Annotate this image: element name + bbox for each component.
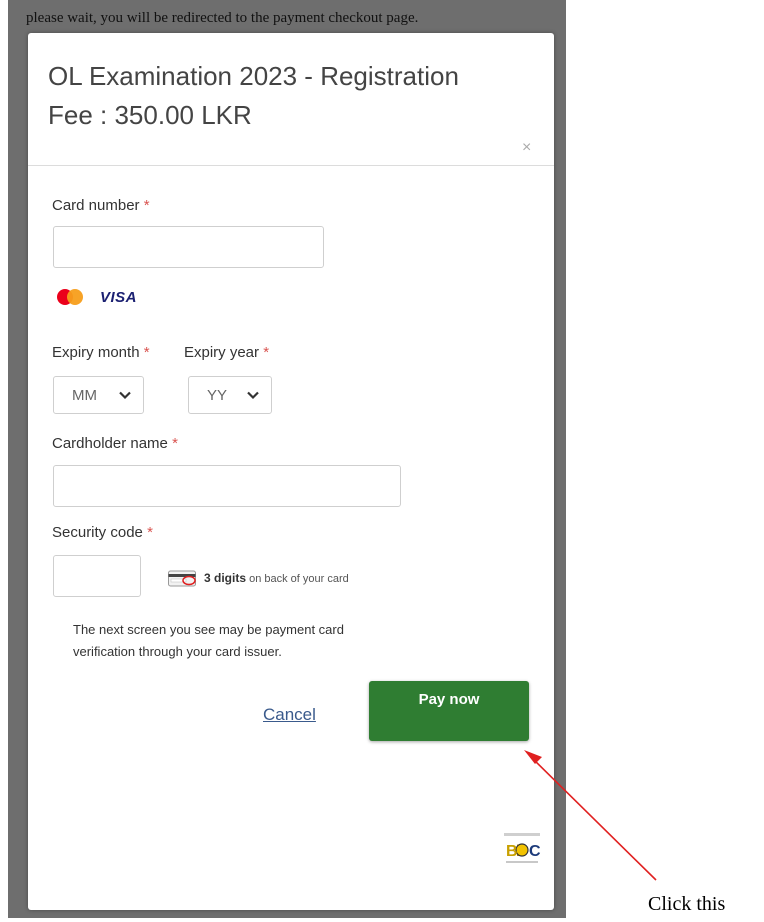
payment-modal: OL Examination 2023 - Registration Fee :… xyxy=(28,33,554,910)
expiry-year-label: Expiry year * xyxy=(184,344,270,361)
pay-now-button[interactable]: Pay now xyxy=(369,681,529,741)
expiry-month-label: Expiry month * xyxy=(52,344,150,361)
modal-header: OL Examination 2023 - Registration Fee :… xyxy=(28,33,554,166)
modal-title-line1: OL Examination 2023 - Registration xyxy=(48,61,459,91)
notice-line2: verification through your card issuer. xyxy=(73,644,282,659)
visa-icon: VISA xyxy=(100,288,138,306)
security-code-hint-bold: 3 digits xyxy=(204,571,247,585)
required-mark: * xyxy=(143,197,150,214)
modal-title: OL Examination 2023 - Registration Fee :… xyxy=(48,57,518,135)
security-code-hint: 3 digits on back of your card xyxy=(168,569,349,587)
security-code-hint-text: on back of your card xyxy=(249,573,349,585)
card-number-input[interactable] xyxy=(53,226,324,268)
redirect-message: please wait, you will be redirected to t… xyxy=(26,10,419,26)
chevron-down-icon xyxy=(247,391,259,400)
cardholder-name-input[interactable] xyxy=(53,465,401,507)
mastercard-icon xyxy=(57,289,83,305)
expiry-year-select[interactable]: YY xyxy=(188,376,272,414)
cancel-link[interactable]: Cancel xyxy=(263,705,316,725)
security-code-input[interactable] xyxy=(53,555,141,597)
cardholder-name-label: Cardholder name * xyxy=(52,435,178,452)
security-code-label: Security code * xyxy=(52,524,153,541)
svg-text:B: B xyxy=(506,843,518,860)
close-icon[interactable]: × xyxy=(522,139,531,157)
expiry-year-value: YY xyxy=(207,386,228,404)
modal-title-line2: Fee : 350.00 LKR xyxy=(48,100,252,130)
expiry-month-select[interactable]: MM xyxy=(53,376,144,414)
svg-text:C: C xyxy=(529,843,541,860)
card-number-label: Card number * xyxy=(52,197,150,214)
verification-notice: The next screen you see may be payment c… xyxy=(73,619,453,663)
notice-line1: The next screen you see may be payment c… xyxy=(73,622,344,637)
boc-logo: B B C xyxy=(500,830,544,870)
chevron-down-icon xyxy=(119,391,131,400)
expiry-month-value: MM xyxy=(72,386,97,404)
annotation-label: Click this xyxy=(648,893,726,915)
card-brands: VISA xyxy=(54,283,137,311)
card-back-icon xyxy=(168,570,196,587)
